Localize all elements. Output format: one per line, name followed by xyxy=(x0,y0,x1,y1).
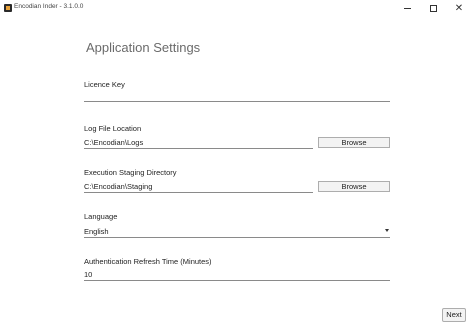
staging-directory-browse-button[interactable]: Browse xyxy=(318,181,390,192)
app-logo-icon xyxy=(4,4,12,12)
chevron-down-icon xyxy=(385,229,389,232)
next-button[interactable]: Next xyxy=(442,308,466,322)
close-button[interactable]: ✕ xyxy=(446,0,472,16)
staging-directory-label: Execution Staging Directory xyxy=(84,168,177,177)
auth-refresh-input[interactable]: 10 xyxy=(84,269,390,281)
log-file-browse-button[interactable]: Browse xyxy=(318,137,390,148)
language-select[interactable]: English xyxy=(84,226,390,238)
auth-refresh-label: Authentication Refresh Time (Minutes) xyxy=(84,257,212,266)
page-title: Application Settings xyxy=(86,40,201,55)
language-label: Language xyxy=(84,212,118,221)
licence-key-input[interactable] xyxy=(84,90,390,102)
minimize-icon xyxy=(403,7,411,9)
language-selected-value: English xyxy=(84,227,109,236)
close-icon: ✕ xyxy=(454,2,464,14)
log-file-location-input[interactable]: C:\Encodian\Logs xyxy=(84,137,313,149)
log-file-location-label: Log File Location xyxy=(84,124,142,133)
window-title: Encodian Inder - 3.1.0.0 xyxy=(14,3,84,10)
staging-directory-input[interactable]: C:\Encodian\Staging xyxy=(84,181,313,193)
licence-key-label: Licence Key xyxy=(84,80,125,89)
maximize-button[interactable] xyxy=(420,0,446,16)
maximize-icon xyxy=(429,4,437,12)
minimize-button[interactable] xyxy=(394,0,420,16)
title-bar: Encodian Inder - 3.1.0.0 ✕ xyxy=(0,0,474,16)
